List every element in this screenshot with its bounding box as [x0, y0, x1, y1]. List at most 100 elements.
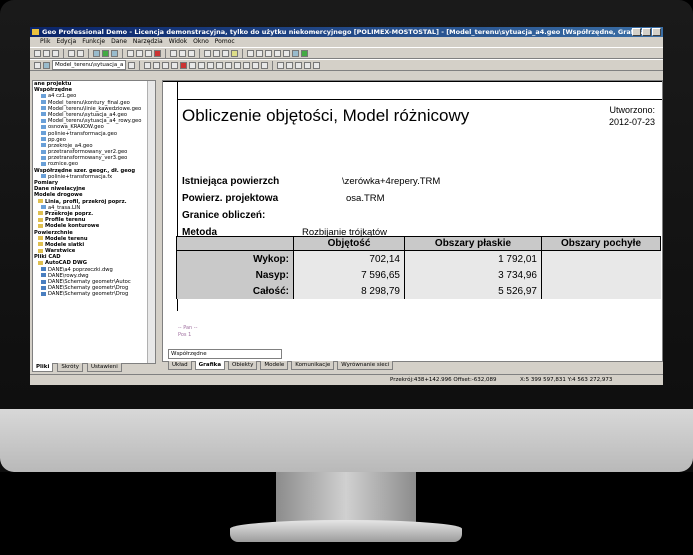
redo-icon[interactable] — [188, 49, 195, 57]
menu-help[interactable]: Pomoc — [215, 37, 235, 47]
menu-functions[interactable]: Funkcje — [82, 37, 105, 47]
geo-file-icon — [41, 131, 46, 135]
trim-icon[interactable] — [225, 61, 233, 69]
delete-icon[interactable] — [154, 49, 161, 57]
tree-scrollbar[interactable] — [147, 81, 155, 363]
settings-icon[interactable] — [313, 61, 321, 69]
zoom-in-icon[interactable] — [247, 49, 254, 57]
toolbar-separator — [63, 48, 64, 58]
toolbar-separator — [199, 48, 200, 58]
tab-settings[interactable]: Ustawieni — [86, 362, 122, 372]
created-label: Utworzono: — [609, 105, 655, 115]
tree-item[interactable]: DANE\Schematy geometr\Drog — [33, 291, 155, 297]
table-icon[interactable] — [204, 49, 211, 57]
tab-network-adjustment[interactable]: Wyrównanie sieci — [337, 360, 394, 370]
tree-item-label: a4 cz1.geo — [48, 93, 77, 100]
chart-icon[interactable] — [213, 49, 220, 57]
menu-file[interactable]: Plik — [40, 37, 50, 47]
undo-icon[interactable] — [179, 49, 186, 57]
tree-item-label: Modele terenu — [45, 235, 88, 242]
refresh-icon[interactable] — [301, 49, 308, 57]
globe-icon[interactable] — [102, 49, 109, 57]
view-icon[interactable] — [222, 49, 229, 57]
measure-icon[interactable] — [207, 61, 215, 69]
toolbar-secondary: Model_terenu\sytuacja_a — [30, 59, 663, 71]
menu-data[interactable]: Dane — [111, 37, 127, 47]
circle-icon[interactable] — [189, 61, 197, 69]
zoom-window-icon[interactable] — [265, 49, 272, 57]
arc-icon[interactable] — [180, 61, 188, 69]
command-line[interactable]: -- Pan -- Pos 1 — [178, 325, 197, 339]
tree-item-label: Model_terenu\kontury_final.geo — [48, 99, 130, 106]
extend-icon[interactable] — [234, 61, 242, 69]
ortho-icon[interactable] — [286, 61, 294, 69]
menu-window[interactable]: Okno — [193, 37, 209, 47]
pan-icon[interactable] — [292, 49, 299, 57]
row-label: Wykop: — [176, 250, 294, 267]
report-icon[interactable] — [231, 49, 238, 57]
tab-graphics[interactable]: Grafika — [194, 360, 226, 370]
geo-file-icon — [41, 155, 46, 160]
zoom-all-icon[interactable] — [274, 49, 281, 57]
layers-manager-icon[interactable] — [34, 61, 41, 69]
grid-icon[interactable] — [111, 49, 118, 57]
tab-layout[interactable]: Układ — [168, 360, 192, 370]
line-icon[interactable] — [162, 61, 170, 69]
tab-objects[interactable]: Obiekty — [228, 360, 258, 370]
tab-communication[interactable]: Komunikacje — [291, 360, 335, 370]
offset-icon[interactable] — [216, 61, 224, 69]
tab-files[interactable]: Pliki — [32, 362, 54, 372]
tree-item-label: polinie+transformacja.fx — [48, 173, 113, 180]
menu-edit[interactable]: Edycja — [56, 37, 76, 47]
open-folder-icon[interactable] — [43, 49, 50, 57]
rotate-icon[interactable] — [252, 61, 260, 69]
geo-file-icon — [41, 93, 46, 98]
tree-item-label: DANE\Schematy geometr\Drog — [48, 291, 129, 298]
toolbar-separator — [165, 48, 166, 58]
find-icon[interactable] — [170, 49, 177, 57]
save-icon[interactable] — [52, 49, 59, 57]
new-file-icon[interactable] — [34, 49, 41, 57]
maximize-button[interactable] — [642, 28, 651, 36]
model-combo[interactable]: Model_terenu\sytuacja_a — [52, 60, 127, 70]
select-icon[interactable] — [144, 61, 152, 69]
close-button[interactable] — [652, 28, 661, 36]
print-icon[interactable] — [77, 49, 84, 57]
properties-icon[interactable] — [304, 61, 312, 69]
text-icon[interactable] — [198, 61, 206, 69]
flat-area-cell: 3 734,96 — [404, 267, 542, 283]
mirror-icon[interactable] — [243, 61, 251, 69]
monitor-bezel — [0, 409, 693, 472]
created-date: 2012-07-23 — [608, 117, 655, 127]
combo-dropdown-icon[interactable] — [128, 61, 136, 69]
field-label: Istniejąca powierzch — [182, 176, 280, 187]
model-icon[interactable] — [43, 61, 50, 69]
zoom-out-icon[interactable] — [256, 49, 263, 57]
tab-shortcuts[interactable]: Skróty — [57, 362, 83, 372]
folder-icon — [38, 223, 43, 228]
scale-icon[interactable] — [261, 61, 269, 69]
layers-icon[interactable] — [93, 49, 100, 57]
copy-icon[interactable] — [136, 49, 143, 57]
point-icon[interactable] — [153, 61, 161, 69]
minimize-button[interactable] — [632, 28, 641, 36]
volume-report: Obliczenie objętości, Model różnicowy Ut… — [176, 80, 661, 299]
table-row: Nasyp: 7 596,65 3 734,96 — [176, 267, 661, 283]
print-preview-icon[interactable] — [68, 49, 75, 57]
snap-icon[interactable] — [277, 61, 285, 69]
volume-table: Objętość Obszary płaskie Obszary pochyłe… — [176, 236, 661, 299]
polyline-icon[interactable] — [171, 61, 179, 69]
menu-view[interactable]: Widok — [169, 37, 187, 47]
geo-file-icon — [41, 118, 46, 123]
toolbar-separator — [88, 48, 89, 58]
paste-icon[interactable] — [145, 49, 152, 57]
zoom-previous-icon[interactable] — [283, 49, 290, 57]
osnap-icon[interactable] — [295, 61, 303, 69]
cut-icon[interactable] — [127, 49, 134, 57]
menu-tools[interactable]: Narzędzia — [133, 37, 163, 47]
tab-models[interactable]: Modele — [260, 360, 289, 370]
dwg-file-icon — [41, 273, 46, 278]
xy-readout: X:5 399 597,831 Y:4 563 272,973 — [520, 377, 613, 383]
tree-item-label: Modele konturowe — [45, 223, 100, 230]
coordinate-mode-field[interactable]: Współrzędne — [168, 349, 282, 359]
